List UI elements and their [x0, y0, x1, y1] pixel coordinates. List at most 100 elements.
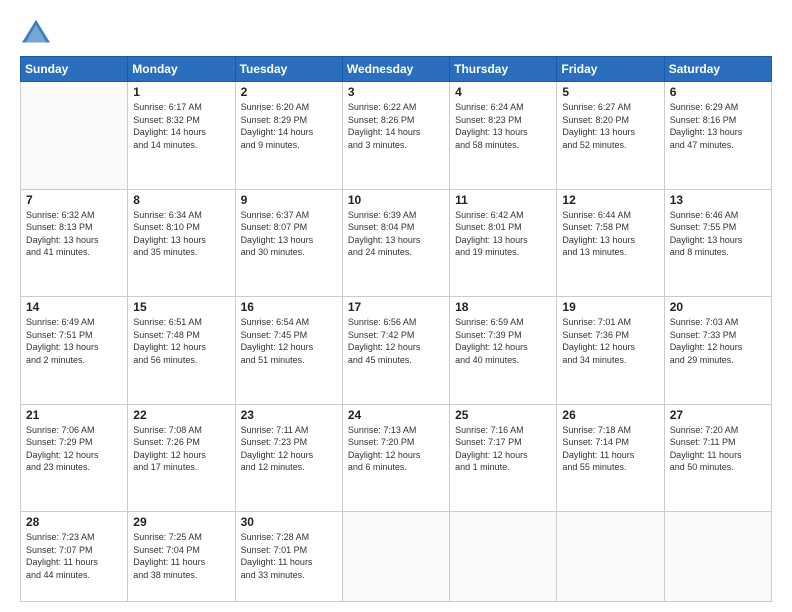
calendar-cell: 9 Sunrise: 6:37 AM Sunset: 8:07 PM Daylig… — [235, 189, 342, 297]
calendar-cell: 21 Sunrise: 7:06 AM Sunset: 7:29 PM Dayli… — [21, 404, 128, 512]
calendar-cell: 18 Sunrise: 6:59 AM Sunset: 7:39 PM Dayli… — [450, 297, 557, 405]
cell-info: Sunrise: 6:22 AM Sunset: 8:26 PM Dayligh… — [348, 101, 444, 151]
calendar-cell: 22 Sunrise: 7:08 AM Sunset: 7:26 PM Dayli… — [128, 404, 235, 512]
cell-info: Sunrise: 6:59 AM Sunset: 7:39 PM Dayligh… — [455, 316, 551, 366]
calendar-cell: 29 Sunrise: 7:25 AM Sunset: 7:04 PM Dayli… — [128, 512, 235, 602]
day-number: 27 — [670, 408, 766, 422]
day-number: 30 — [241, 515, 337, 529]
calendar-cell: 5 Sunrise: 6:27 AM Sunset: 8:20 PM Daylig… — [557, 82, 664, 190]
weekday-header: Sunday — [21, 57, 128, 82]
page: SundayMondayTuesdayWednesdayThursdayFrid… — [0, 0, 792, 612]
day-number: 20 — [670, 300, 766, 314]
calendar-week-row: 14 Sunrise: 6:49 AM Sunset: 7:51 PM Dayli… — [21, 297, 772, 405]
calendar-cell: 25 Sunrise: 7:16 AM Sunset: 7:17 PM Dayli… — [450, 404, 557, 512]
day-number: 14 — [26, 300, 122, 314]
day-number: 17 — [348, 300, 444, 314]
cell-info: Sunrise: 6:51 AM Sunset: 7:48 PM Dayligh… — [133, 316, 229, 366]
day-number: 6 — [670, 85, 766, 99]
calendar-week-row: 1 Sunrise: 6:17 AM Sunset: 8:32 PM Daylig… — [21, 82, 772, 190]
weekday-header: Tuesday — [235, 57, 342, 82]
day-number: 13 — [670, 193, 766, 207]
day-number: 11 — [455, 193, 551, 207]
day-number: 1 — [133, 85, 229, 99]
cell-info: Sunrise: 7:23 AM Sunset: 7:07 PM Dayligh… — [26, 531, 122, 581]
cell-info: Sunrise: 7:18 AM Sunset: 7:14 PM Dayligh… — [562, 424, 658, 474]
calendar-cell: 17 Sunrise: 6:56 AM Sunset: 7:42 PM Dayli… — [342, 297, 449, 405]
calendar-week-row: 21 Sunrise: 7:06 AM Sunset: 7:29 PM Dayli… — [21, 404, 772, 512]
cell-info: Sunrise: 7:08 AM Sunset: 7:26 PM Dayligh… — [133, 424, 229, 474]
cell-info: Sunrise: 6:54 AM Sunset: 7:45 PM Dayligh… — [241, 316, 337, 366]
calendar-header-row: SundayMondayTuesdayWednesdayThursdayFrid… — [21, 57, 772, 82]
weekday-header: Saturday — [664, 57, 771, 82]
calendar-cell — [557, 512, 664, 602]
day-number: 19 — [562, 300, 658, 314]
day-number: 26 — [562, 408, 658, 422]
cell-info: Sunrise: 6:56 AM Sunset: 7:42 PM Dayligh… — [348, 316, 444, 366]
day-number: 4 — [455, 85, 551, 99]
calendar-cell: 3Sunrise: 6:22 AM Sunset: 8:26 PM Daylig… — [342, 82, 449, 190]
cell-info: Sunrise: 6:24 AM Sunset: 8:23 PM Dayligh… — [455, 101, 551, 151]
weekday-header: Friday — [557, 57, 664, 82]
cell-info: Sunrise: 7:20 AM Sunset: 7:11 PM Dayligh… — [670, 424, 766, 474]
calendar-cell: 20Sunrise: 7:03 AM Sunset: 7:33 PM Dayli… — [664, 297, 771, 405]
calendar-cell — [21, 82, 128, 190]
calendar-cell: 13 Sunrise: 6:46 AM Sunset: 7:55 PM Dayli… — [664, 189, 771, 297]
cell-info: Sunrise: 6:46 AM Sunset: 7:55 PM Dayligh… — [670, 209, 766, 259]
day-number: 7 — [26, 193, 122, 207]
day-number: 10 — [348, 193, 444, 207]
day-number: 28 — [26, 515, 122, 529]
calendar-cell: 23 Sunrise: 7:11 AM Sunset: 7:23 PM Dayli… — [235, 404, 342, 512]
calendar-cell: 26 Sunrise: 7:18 AM Sunset: 7:14 PM Dayli… — [557, 404, 664, 512]
day-number: 21 — [26, 408, 122, 422]
day-number: 16 — [241, 300, 337, 314]
day-number: 12 — [562, 193, 658, 207]
weekday-header: Thursday — [450, 57, 557, 82]
day-number: 22 — [133, 408, 229, 422]
weekday-header: Wednesday — [342, 57, 449, 82]
cell-info: Sunrise: 7:16 AM Sunset: 7:17 PM Dayligh… — [455, 424, 551, 474]
cell-info: Sunrise: 7:06 AM Sunset: 7:29 PM Dayligh… — [26, 424, 122, 474]
cell-info: Sunrise: 6:37 AM Sunset: 8:07 PM Dayligh… — [241, 209, 337, 259]
cell-info: Sunrise: 7:13 AM Sunset: 7:20 PM Dayligh… — [348, 424, 444, 474]
calendar-cell: 19 Sunrise: 7:01 AM Sunset: 7:36 PM Dayli… — [557, 297, 664, 405]
day-number: 25 — [455, 408, 551, 422]
logo-icon — [20, 18, 52, 46]
day-number: 23 — [241, 408, 337, 422]
cell-info: Sunrise: 6:29 AM Sunset: 8:16 PM Dayligh… — [670, 101, 766, 151]
day-number: 29 — [133, 515, 229, 529]
weekday-header: Monday — [128, 57, 235, 82]
cell-info: Sunrise: 7:11 AM Sunset: 7:23 PM Dayligh… — [241, 424, 337, 474]
calendar-cell: 12 Sunrise: 6:44 AM Sunset: 7:58 PM Dayli… — [557, 189, 664, 297]
calendar-table: SundayMondayTuesdayWednesdayThursdayFrid… — [20, 56, 772, 602]
calendar-cell: 1 Sunrise: 6:17 AM Sunset: 8:32 PM Daylig… — [128, 82, 235, 190]
cell-info: Sunrise: 6:20 AM Sunset: 8:29 PM Dayligh… — [241, 101, 337, 151]
calendar-cell: 27 Sunrise: 7:20 AM Sunset: 7:11 PM Dayli… — [664, 404, 771, 512]
cell-info: Sunrise: 6:44 AM Sunset: 7:58 PM Dayligh… — [562, 209, 658, 259]
day-number: 2 — [241, 85, 337, 99]
calendar-cell: 24Sunrise: 7:13 AM Sunset: 7:20 PM Dayli… — [342, 404, 449, 512]
calendar-cell: 8 Sunrise: 6:34 AM Sunset: 8:10 PM Daylig… — [128, 189, 235, 297]
calendar-cell: 7 Sunrise: 6:32 AM Sunset: 8:13 PM Daylig… — [21, 189, 128, 297]
calendar-week-row: 7 Sunrise: 6:32 AM Sunset: 8:13 PM Daylig… — [21, 189, 772, 297]
day-number: 9 — [241, 193, 337, 207]
calendar-cell: 28 Sunrise: 7:23 AM Sunset: 7:07 PM Dayli… — [21, 512, 128, 602]
cell-info: Sunrise: 7:25 AM Sunset: 7:04 PM Dayligh… — [133, 531, 229, 581]
logo — [20, 18, 56, 46]
cell-info: Sunrise: 6:17 AM Sunset: 8:32 PM Dayligh… — [133, 101, 229, 151]
calendar-cell: 6 Sunrise: 6:29 AM Sunset: 8:16 PM Daylig… — [664, 82, 771, 190]
day-number: 8 — [133, 193, 229, 207]
cell-info: Sunrise: 6:49 AM Sunset: 7:51 PM Dayligh… — [26, 316, 122, 366]
cell-info: Sunrise: 6:39 AM Sunset: 8:04 PM Dayligh… — [348, 209, 444, 259]
calendar-cell: 11Sunrise: 6:42 AM Sunset: 8:01 PM Dayli… — [450, 189, 557, 297]
calendar-cell — [450, 512, 557, 602]
day-number: 18 — [455, 300, 551, 314]
calendar-cell: 15Sunrise: 6:51 AM Sunset: 7:48 PM Dayli… — [128, 297, 235, 405]
calendar-week-row: 28 Sunrise: 7:23 AM Sunset: 7:07 PM Dayli… — [21, 512, 772, 602]
cell-info: Sunrise: 7:01 AM Sunset: 7:36 PM Dayligh… — [562, 316, 658, 366]
calendar-cell: 4 Sunrise: 6:24 AM Sunset: 8:23 PM Daylig… — [450, 82, 557, 190]
day-number: 5 — [562, 85, 658, 99]
cell-info: Sunrise: 7:28 AM Sunset: 7:01 PM Dayligh… — [241, 531, 337, 581]
cell-info: Sunrise: 6:32 AM Sunset: 8:13 PM Dayligh… — [26, 209, 122, 259]
cell-info: Sunrise: 6:27 AM Sunset: 8:20 PM Dayligh… — [562, 101, 658, 151]
cell-info: Sunrise: 6:34 AM Sunset: 8:10 PM Dayligh… — [133, 209, 229, 259]
